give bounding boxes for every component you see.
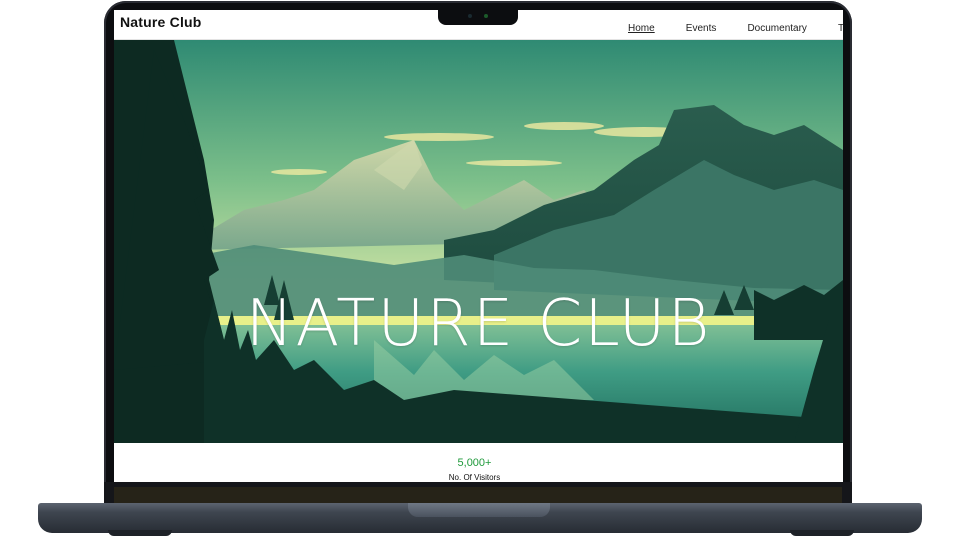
screen-bottom-bezel bbox=[104, 482, 852, 505]
nav-links: Home Events Documentary Te bbox=[628, 16, 843, 35]
hero-landscape-image bbox=[114, 40, 843, 443]
site-brand[interactable]: Nature Club bbox=[120, 14, 202, 30]
laptop-base bbox=[38, 503, 922, 533]
stats-section: 5,000+ No. Of Visitors bbox=[114, 443, 843, 482]
camera-icon bbox=[468, 14, 472, 18]
nav-item-truncated[interactable]: Te bbox=[838, 23, 843, 34]
hero-title: NATURE CLUB bbox=[245, 287, 712, 361]
camera-notch bbox=[438, 8, 518, 25]
nav-item-events[interactable]: Events bbox=[686, 23, 717, 34]
base-opening-notch bbox=[408, 503, 550, 517]
visitors-count: 5,000+ bbox=[457, 457, 492, 469]
hero-banner: NATURE CLUB bbox=[114, 40, 843, 443]
laptop-foot-left bbox=[108, 530, 172, 536]
camera-indicator-icon bbox=[484, 14, 488, 18]
laptop-foot-right bbox=[790, 530, 854, 536]
nav-item-documentary[interactable]: Documentary bbox=[747, 23, 806, 34]
visitors-label: No. Of Visitors bbox=[448, 473, 501, 482]
laptop-screen: Nature Club Home Events Documentary Te bbox=[114, 10, 843, 482]
nav-item-home[interactable]: Home bbox=[628, 23, 655, 34]
